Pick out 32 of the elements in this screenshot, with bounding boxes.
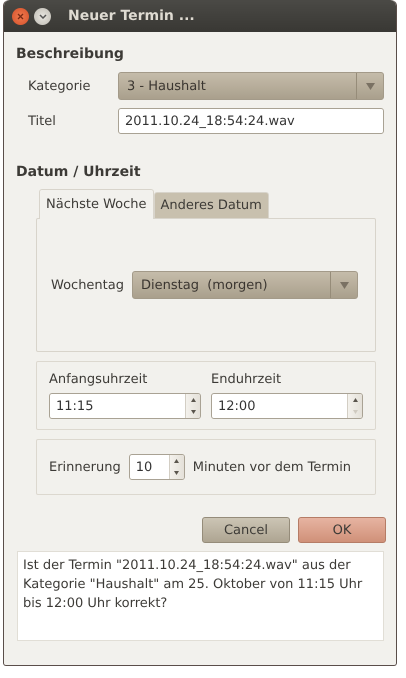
field-label: Minuten vor dem Termin bbox=[192, 460, 352, 474]
up-arrow-icon bbox=[174, 459, 180, 463]
window-title: Neuer Termin ... bbox=[68, 8, 195, 24]
spin-field[interactable]: 11:15 bbox=[49, 393, 201, 419]
close-icon bbox=[17, 12, 24, 20]
field-label: Wochentag bbox=[51, 278, 124, 292]
cancel-button[interactable]: Cancel bbox=[202, 517, 290, 543]
section-heading: Beschreibung bbox=[16, 46, 125, 62]
down-arrow-icon bbox=[190, 410, 196, 414]
close-button[interactable] bbox=[12, 8, 29, 24]
chevron-down-icon bbox=[38, 14, 46, 18]
confirmation-message: Ist der Termin "2011.10.24_18:54:24.wav" aus der Kategorie "Haushalt" am 25. Oktober von 11:15 Uhr bis 12:00 Uhr korrekt? bbox=[17, 551, 384, 641]
field-label: Erinnerung bbox=[49, 460, 121, 474]
caret-icon bbox=[340, 282, 348, 288]
category-dropdown[interactable]: 3 - Haushalt bbox=[118, 72, 384, 100]
up-arrow-icon bbox=[190, 398, 196, 402]
field-label: Enduhrzeit bbox=[211, 372, 282, 387]
ok-button[interactable]: OK bbox=[298, 517, 386, 543]
down-arrow-icon bbox=[174, 471, 180, 475]
down-arrow-icon bbox=[352, 410, 358, 414]
tab[interactable]: Nächste Woche bbox=[39, 189, 154, 219]
title-input[interactable]: 2011.10.24_18:54:24.wav bbox=[118, 108, 384, 134]
caret-icon bbox=[366, 82, 374, 90]
weekday-dropdown[interactable]: Dienstag (morgen) bbox=[132, 271, 358, 299]
up-arrow-icon bbox=[352, 398, 358, 402]
field-label: Titel bbox=[28, 114, 57, 128]
field-label: Anfangsuhrzeit bbox=[49, 372, 148, 387]
spin-field[interactable]: 10 bbox=[128, 454, 185, 480]
section-heading: Datum / Uhrzeit bbox=[16, 164, 142, 180]
tab[interactable]: Anderes Datum bbox=[154, 192, 269, 218]
minimize-button[interactable] bbox=[34, 8, 51, 24]
field-label: Kategorie bbox=[28, 78, 92, 94]
